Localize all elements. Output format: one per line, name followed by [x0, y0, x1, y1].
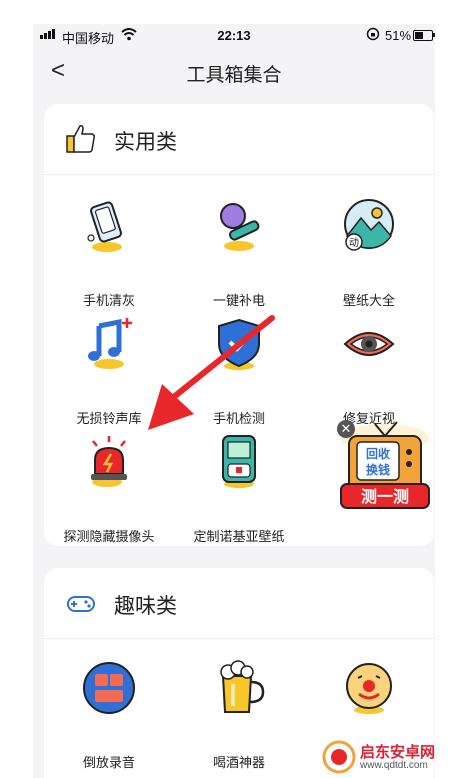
watermark-url: www.qdtdt.com [360, 760, 428, 771]
annotation-overlay [148, 315, 275, 430]
watermark-name: 启东安卓网 [360, 744, 436, 761]
annotation-arrow-head [148, 384, 194, 430]
site-watermark: 启东安卓网 www.qdtdt.com [318, 738, 453, 774]
annotation-arrow-shaft [172, 315, 275, 399]
watermark-logo-icon [322, 740, 356, 774]
